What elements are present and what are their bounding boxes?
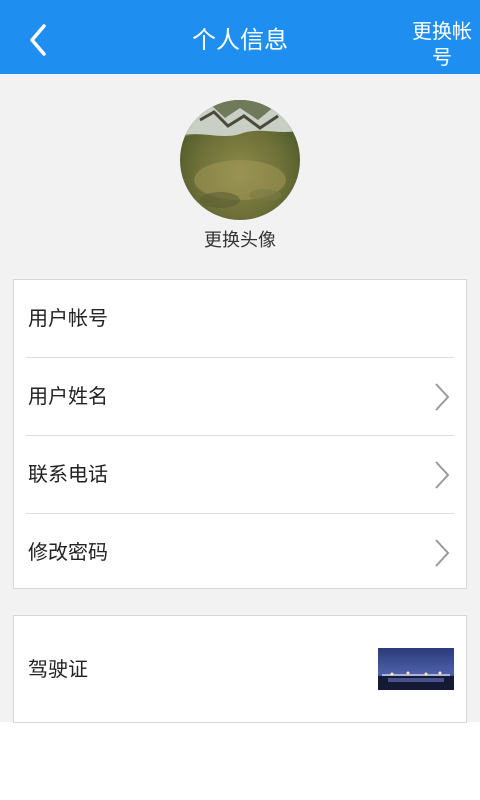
avatar[interactable] (180, 100, 300, 220)
chevron-right-icon (435, 539, 450, 567)
app-header: 个人信息 更换帐号 (0, 0, 480, 74)
row-label: 修改密码 (28, 540, 108, 564)
change-password-row[interactable]: 修改密码 (26, 513, 454, 591)
chevron-right-icon (435, 461, 450, 489)
license-card: 驾驶证 (13, 615, 467, 723)
row-label: 联系电话 (28, 462, 108, 486)
license-image (378, 648, 454, 690)
row-label: 用户姓名 (28, 384, 108, 408)
user-name-row[interactable]: 用户姓名 (26, 357, 454, 435)
drivers-license-row[interactable]: 驾驶证 (26, 616, 454, 722)
contact-phone-row[interactable]: 联系电话 (26, 435, 454, 513)
page-title: 个人信息 (192, 26, 288, 54)
info-card: 用户帐号 用户姓名 联系电话 修改密码 (13, 279, 467, 589)
user-account-row[interactable]: 用户帐号 (26, 280, 454, 357)
row-label: 用户帐号 (28, 306, 108, 330)
row-label: 驾驶证 (28, 657, 88, 681)
chevron-right-icon (435, 383, 450, 411)
license-thumbnail[interactable] (378, 648, 454, 690)
content-area: 更换头像 用户帐号 用户姓名 联系电话 修改密码 驾驶证 (0, 74, 480, 723)
avatar-image (180, 100, 300, 220)
change-avatar-label[interactable]: 更换头像 (0, 230, 480, 252)
switch-account-button[interactable]: 更换帐号 (410, 18, 474, 70)
